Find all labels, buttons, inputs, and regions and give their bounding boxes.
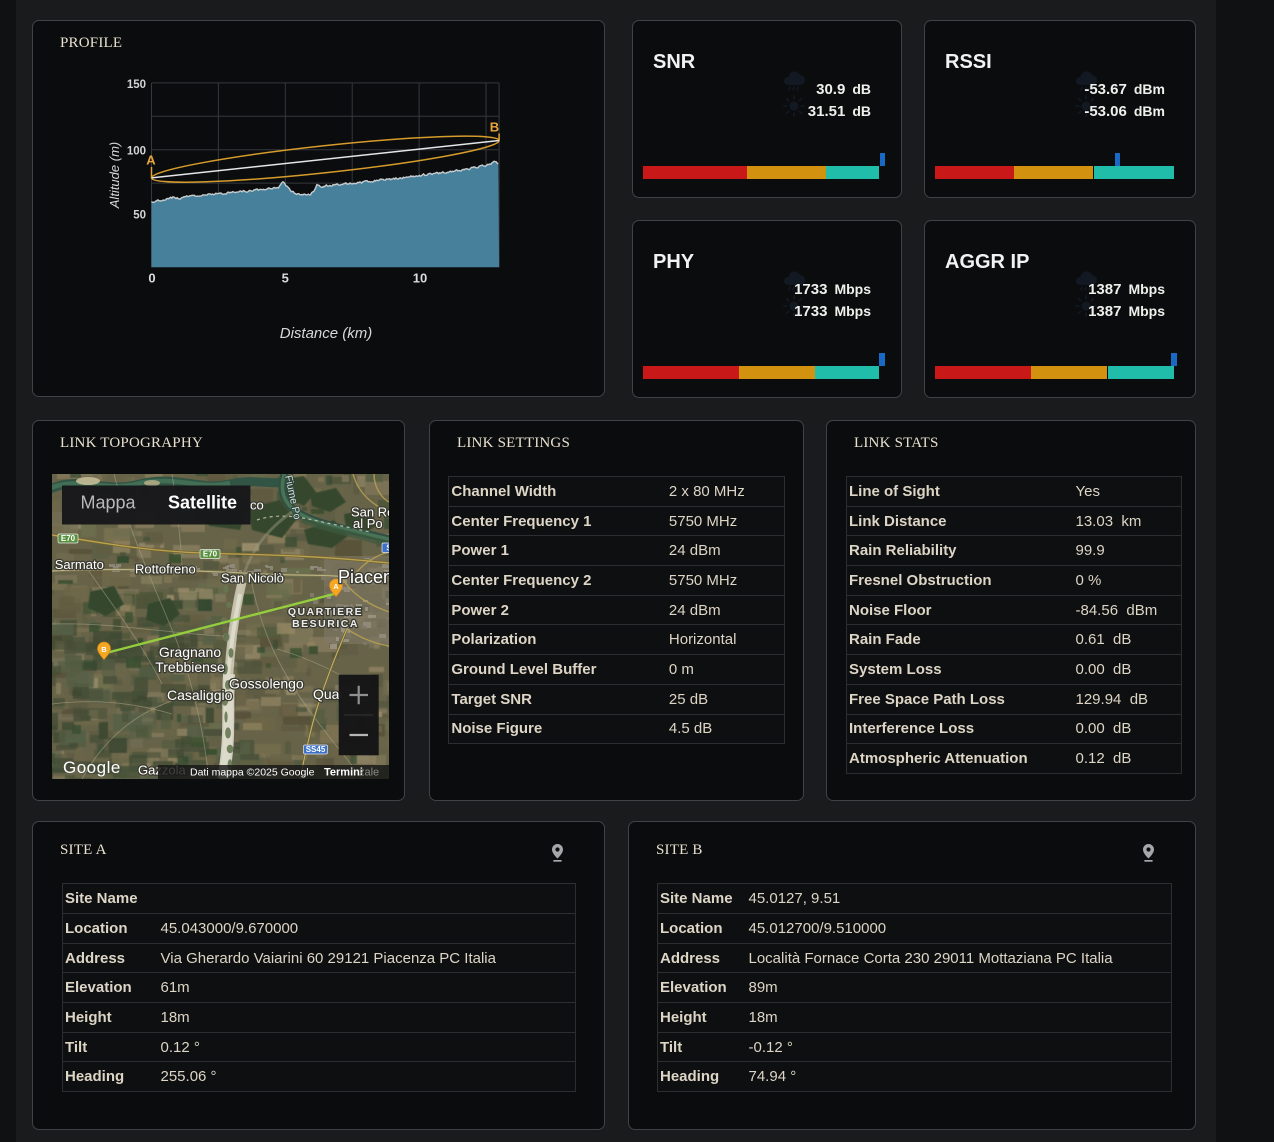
svg-text:Trebbiense: Trebbiense	[155, 659, 225, 675]
svg-text:co: co	[250, 498, 264, 513]
svg-text:Distance (km): Distance (km)	[280, 325, 373, 342]
svg-text:Gragnano: Gragnano	[159, 644, 221, 660]
svg-text:0: 0	[148, 271, 155, 286]
svg-text:E70: E70	[61, 534, 76, 543]
svg-text:Satellite: Satellite	[168, 493, 237, 513]
svg-text:Gossolengo: Gossolengo	[229, 676, 304, 692]
svg-text:Piacen: Piacen	[338, 567, 389, 587]
svg-text:B: B	[101, 645, 107, 654]
svg-text:Rottofreno: Rottofreno	[135, 562, 196, 577]
svg-text:5: 5	[282, 271, 289, 286]
svg-text:Sarmato: Sarmato	[55, 557, 104, 572]
svg-text:Altitude (m): Altitude (m)	[107, 142, 122, 209]
svg-text:BESURICA: BESURICA	[292, 618, 359, 630]
svg-text:al Po: al Po	[353, 516, 383, 531]
svg-text:San Nicolò: San Nicolò	[221, 571, 284, 586]
svg-text:150: 150	[127, 79, 146, 91]
svg-text:50: 50	[133, 210, 146, 222]
svg-text:Casaliggio: Casaliggio	[167, 687, 233, 703]
svg-text:Mappa: Mappa	[81, 493, 137, 513]
svg-text:Dati mappa ©2025 Google: Dati mappa ©2025 Google	[190, 767, 315, 779]
svg-text:B: B	[490, 120, 499, 135]
svg-text:Termini: Termini	[324, 767, 363, 779]
svg-text:SS45: SS45	[306, 745, 326, 754]
svg-text:100: 100	[127, 146, 146, 158]
svg-text:S: S	[386, 544, 389, 553]
svg-text:QUARTIERE: QUARTIERE	[288, 606, 363, 618]
svg-text:10: 10	[413, 271, 427, 286]
svg-text:A: A	[146, 153, 156, 168]
svg-text:E70: E70	[203, 550, 218, 559]
svg-text:zale: zale	[359, 767, 379, 779]
svg-text:Google: Google	[63, 758, 121, 777]
